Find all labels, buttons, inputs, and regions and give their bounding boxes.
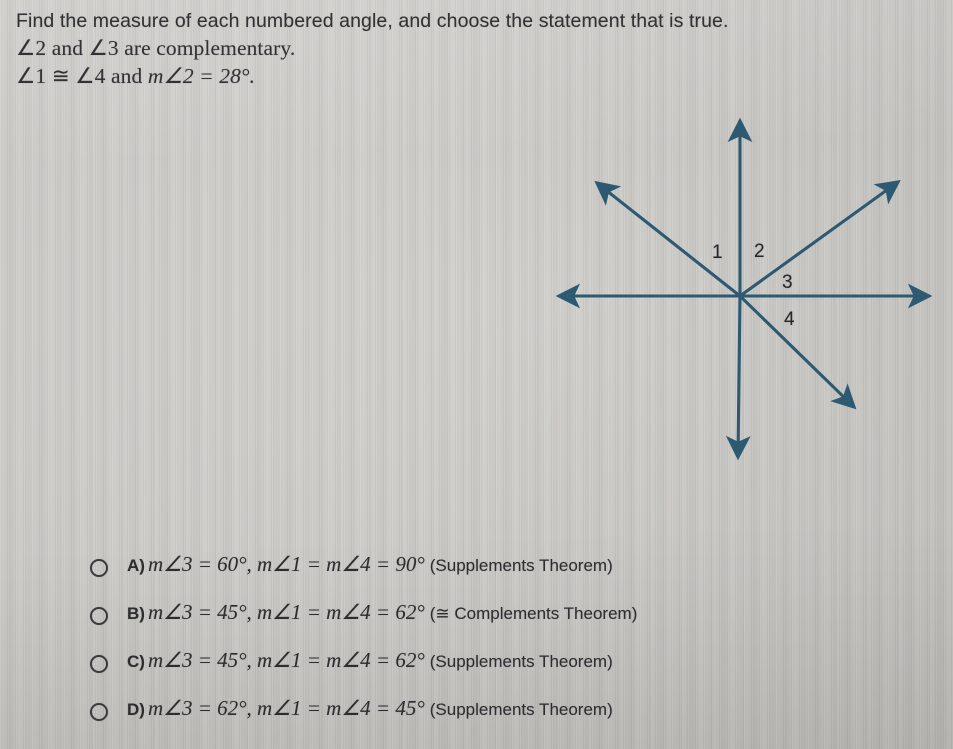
answer-option-c-math-2: m∠1 = m∠4 = 62°: [257, 648, 425, 672]
answer-option-c-math-1: m∠3 = 45°,: [147, 648, 258, 672]
angle-figure: 1 2 3 4: [530, 100, 950, 480]
answer-option-a-letter: A): [127, 556, 145, 575]
answer-option-d-letter: D): [127, 700, 145, 719]
prompt-line-3: ∠1 ≅ ∠4 and m∠2 = 28°.: [16, 63, 916, 91]
answer-option-b-math-2: m∠1 = m∠4 = 62°: [257, 600, 425, 624]
answer-option-d-body: D) m∠3 = 62°, m∠1 = m∠4 = 45° (Supplements…: [127, 696, 613, 721]
answer-option-d[interactable]: D) m∠3 = 62°, m∠1 = m∠4 = 45° (Supplements…: [90, 696, 910, 744]
prompt-line-3-measure: m∠2 = 28°.: [147, 64, 256, 88]
answer-option-a-math-1: m∠3 = 60°,: [147, 552, 258, 576]
radio-button-a[interactable]: [90, 559, 108, 577]
prompt-line-3-lead: ∠1 ≅ ∠4 and: [16, 64, 148, 88]
answer-option-a[interactable]: A) m∠3 = 60°, m∠1 = m∠4 = 90° (Supplements…: [90, 552, 910, 600]
answer-option-d-math-2: m∠1 = m∠4 = 45°: [257, 696, 425, 720]
radio-button-b[interactable]: [90, 607, 108, 625]
answer-option-b-letter: B): [127, 604, 145, 623]
answer-option-b-reason: (≅ Complements Theorem): [429, 604, 638, 623]
radio-button-c[interactable]: [90, 655, 108, 673]
angle-label-3: 3: [782, 272, 793, 293]
answer-option-b-body: B) m∠3 = 45°, m∠1 = m∠4 = 62° (≅ Complemen…: [127, 600, 637, 625]
prompt-line-1: Find the measure of each numbered angle,…: [16, 10, 729, 32]
question-page: Find the measure of each numbered angle,…: [0, 0, 953, 749]
answer-option-c-letter: C): [127, 652, 145, 671]
angle-figure-svg: [555, 117, 933, 461]
radio-button-d[interactable]: [90, 703, 108, 721]
angle-label-2: 2: [754, 241, 765, 262]
answer-option-c-reason: (Supplements Theorem): [429, 652, 613, 671]
ray-upper-right-line: [739, 180, 901, 298]
ray-upper-left-line: [594, 180, 741, 298]
answer-option-a-math-2: m∠1 = m∠4 = 90°: [257, 552, 425, 576]
ray-lower-right-line: [738, 294, 857, 410]
answer-options-list: A) m∠3 = 60°, m∠1 = m∠4 = 90° (Supplements…: [90, 552, 910, 744]
question-prompt: Find the measure of each numbered angle,…: [16, 8, 916, 91]
angle-label-1: 1: [712, 242, 723, 263]
answer-option-d-math-1: m∠3 = 62°,: [147, 696, 258, 720]
answer-option-a-reason: (Supplements Theorem): [429, 556, 613, 575]
answer-option-d-reason: (Supplements Theorem): [429, 700, 613, 719]
answer-option-c[interactable]: C) m∠3 = 45°, m∠1 = m∠4 = 62° (Supplements…: [90, 648, 910, 696]
ray-down-line: [725, 295, 751, 461]
angle-label-4: 4: [784, 309, 795, 330]
answer-option-c-body: C) m∠3 = 45°, m∠1 = m∠4 = 62° (Supplements…: [127, 648, 613, 673]
answer-option-b[interactable]: B) m∠3 = 45°, m∠1 = m∠4 = 62° (≅ Complemen…: [90, 600, 910, 648]
answer-option-a-body: A) m∠3 = 60°, m∠1 = m∠4 = 90° (Supplements…: [127, 552, 613, 577]
answer-option-b-math-1: m∠3 = 45°,: [147, 600, 258, 624]
prompt-line-2: ∠2 and ∠3 are complementary.: [16, 35, 916, 63]
prompt-line-2-text: ∠2 and ∠3 are complementary.: [16, 36, 296, 60]
